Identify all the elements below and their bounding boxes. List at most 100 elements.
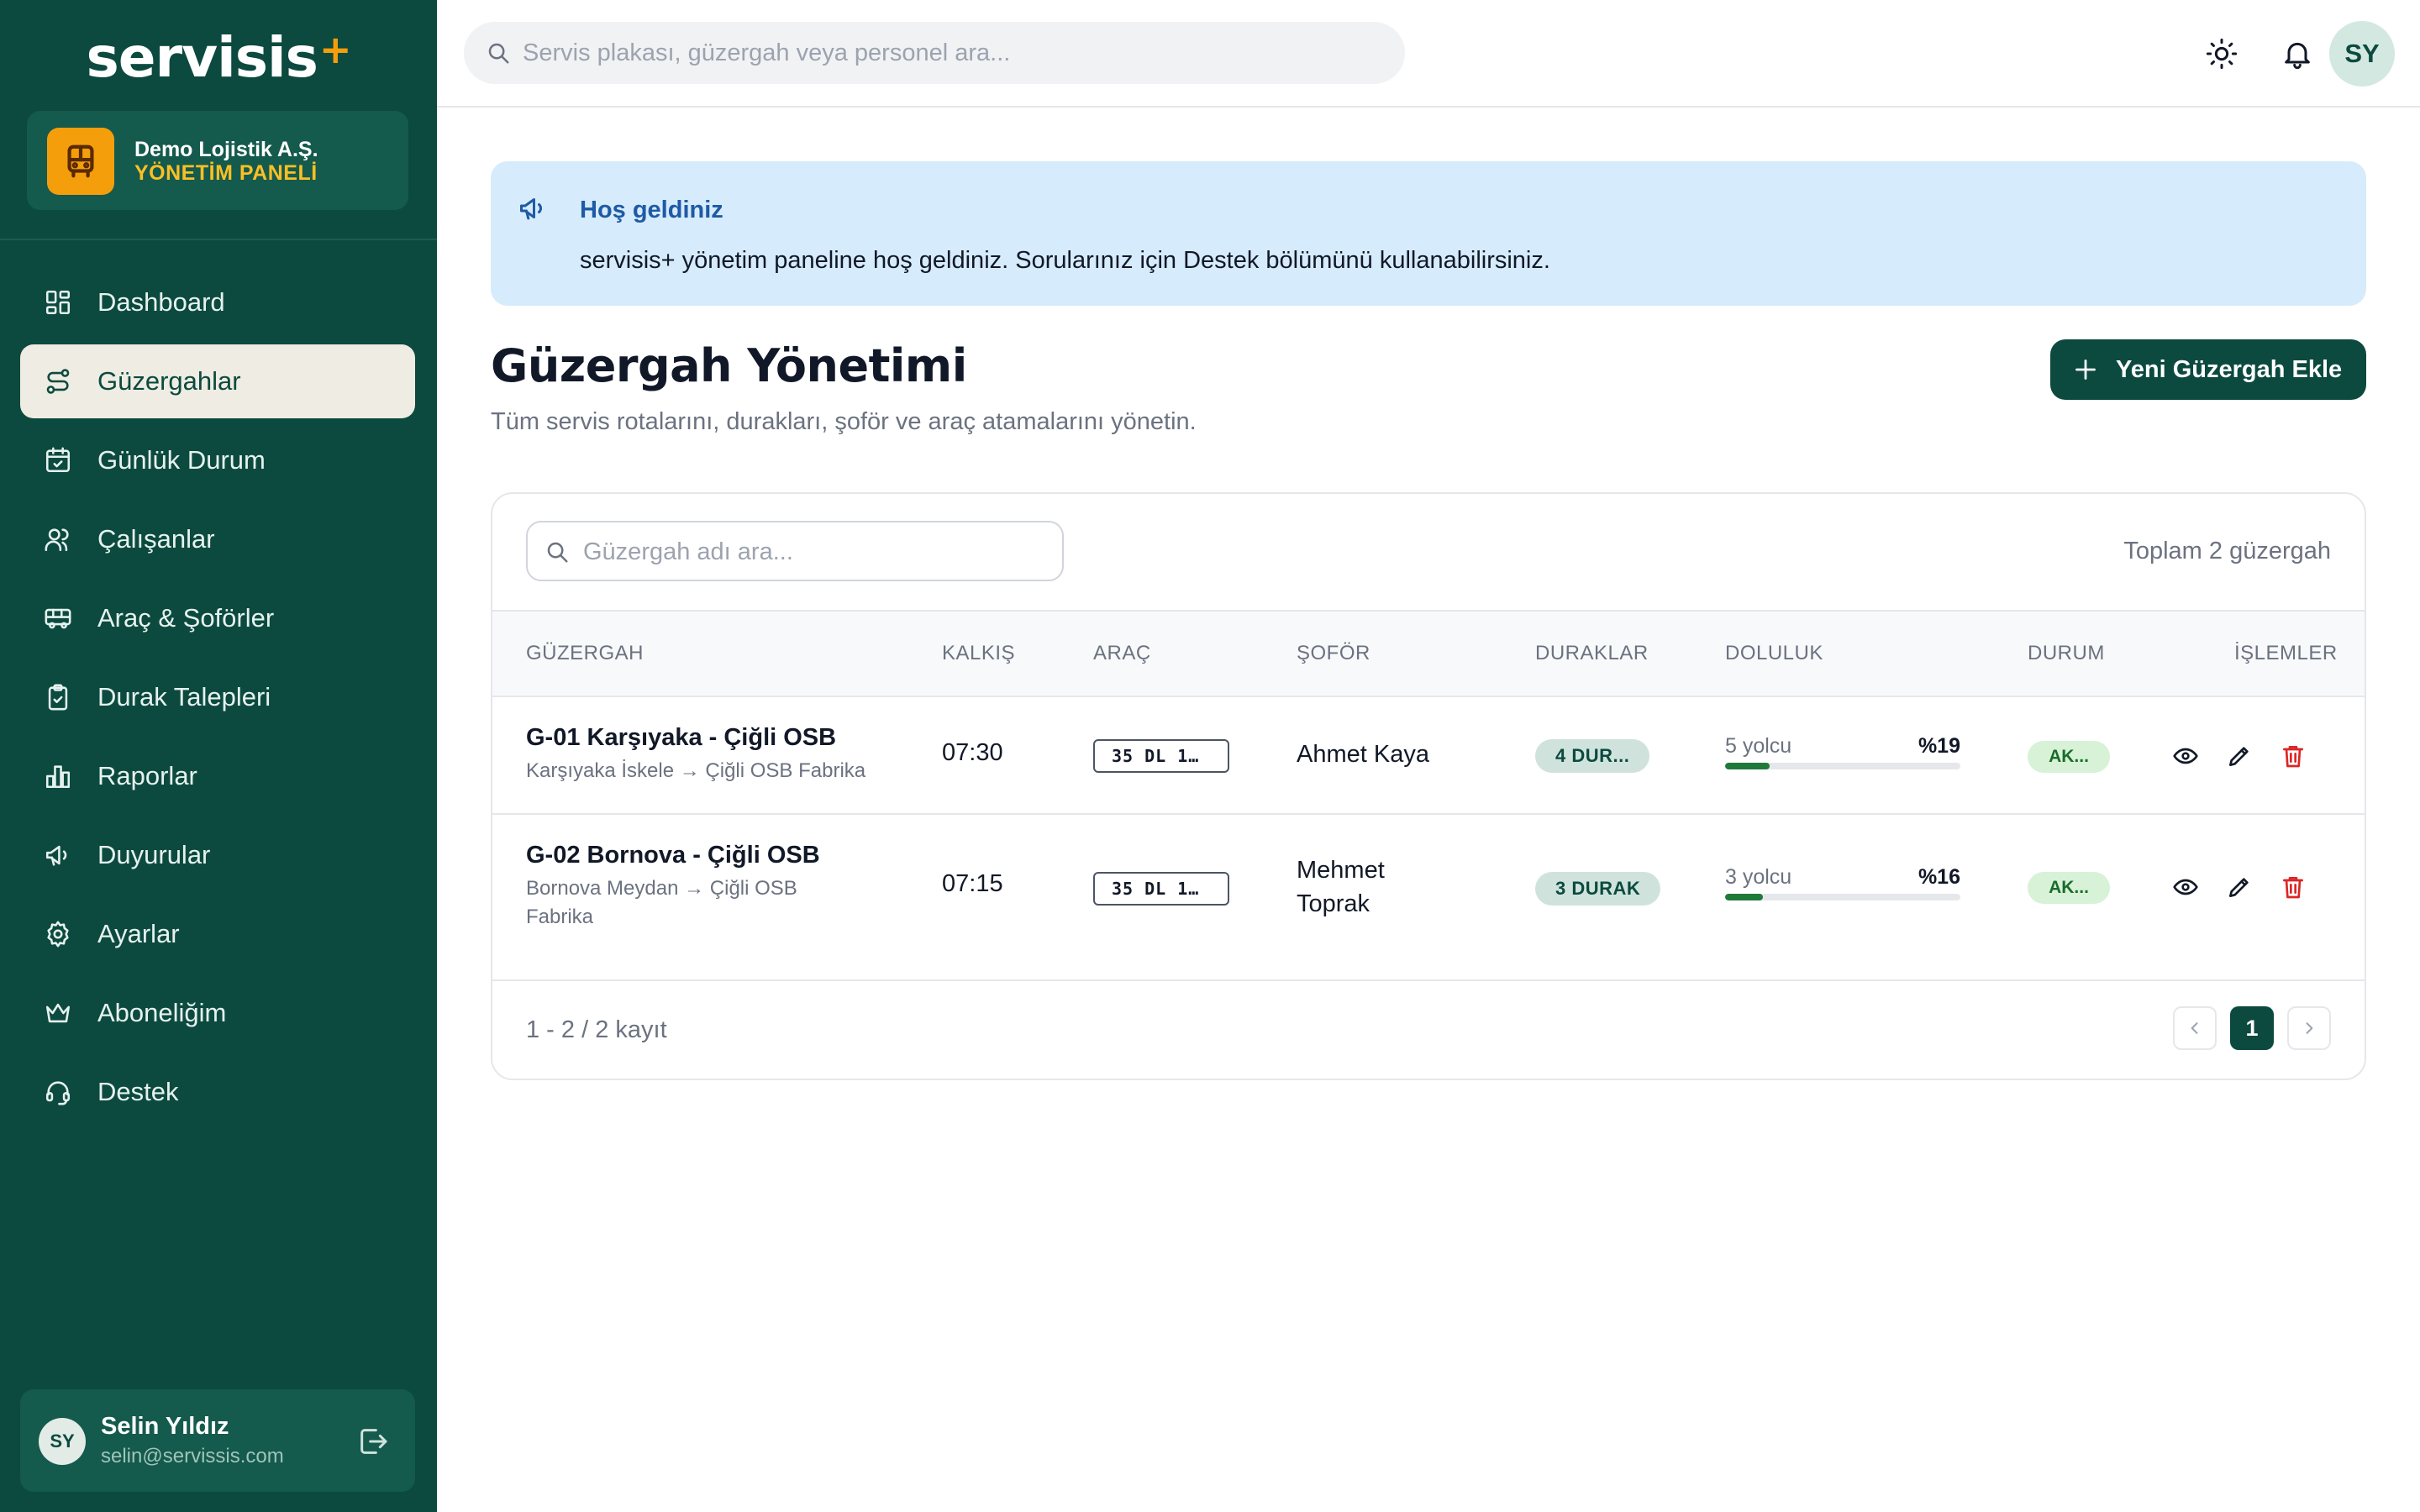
- banner-title: Hoş geldiniz: [580, 197, 723, 223]
- chevron-left-icon: [2191, 1022, 2198, 1034]
- table-row[interactable]: G-02 Bornova - Çiğli OSB Bornova Meydan …: [492, 815, 2365, 981]
- company-card[interactable]: Demo Lojistik A.Ş. YÖNETİM PANELİ: [27, 111, 408, 210]
- page-button-current[interactable]: 1: [2230, 1006, 2274, 1050]
- status-badge: AK...: [2028, 872, 2110, 904]
- occupancy-fill: [1725, 894, 1763, 900]
- banner-text: servisis+ yönetim paneline hoş geldiniz.…: [580, 247, 1550, 274]
- user-card: SY Selin Yıldız selin@servissis.com: [20, 1389, 415, 1492]
- avatar[interactable]: SY: [2329, 21, 2395, 87]
- bar-chart-icon: [45, 765, 71, 789]
- sidebar-item-announcements[interactable]: Duyurular: [20, 818, 415, 892]
- col-vehicle[interactable]: ARAÇ: [1093, 642, 1151, 665]
- route-cell: G-02 Bornova - Çiğli OSB Bornova Meydan …: [526, 842, 829, 932]
- occupancy-bar: [1725, 894, 1960, 900]
- sidebar-item-settings[interactable]: Ayarlar: [20, 897, 415, 971]
- route-search-input[interactable]: [583, 531, 1045, 573]
- sun-icon[interactable]: [2205, 37, 2238, 71]
- page-title: Güzergah Yönetimi: [491, 339, 967, 392]
- driver-name: Ahmet Kaya: [1297, 741, 1429, 768]
- license-plate: 35 DL 1…: [1093, 872, 1229, 906]
- route-search[interactable]: [526, 521, 1064, 581]
- col-driver[interactable]: ŞOFÖR: [1297, 642, 1370, 665]
- logo-mark: +: [318, 27, 352, 72]
- table-row[interactable]: G-01 Karşıyaka - Çiğli OSB Karşıyaka İsk…: [492, 697, 2365, 815]
- search-icon: [547, 542, 568, 563]
- eye-icon[interactable]: [2172, 743, 2199, 769]
- global-search[interactable]: [464, 22, 1405, 84]
- occupancy-fill: [1725, 763, 1770, 769]
- crown-icon: [45, 1003, 71, 1023]
- driver-name: Mehmet Toprak: [1297, 857, 1385, 917]
- clipboard-icon: [48, 684, 68, 711]
- occupancy-percent: %16: [1918, 865, 1960, 889]
- add-route-label: Yeni Güzergah Ekle: [2116, 356, 2343, 383]
- sidebar-item-label: Destek: [97, 1077, 179, 1106]
- route-path: Karşıyaka İskele → Çiğli OSB Fabrika: [526, 759, 866, 782]
- sidebar-item-dashboard[interactable]: Dashboard: [20, 265, 415, 339]
- bus-icon: [47, 128, 114, 195]
- stops-badge: 3 DURAK: [1535, 872, 1661, 906]
- megaphone-icon: [520, 198, 542, 220]
- welcome-banner: Hoş geldiniz servisis+ yönetim paneline …: [491, 161, 2366, 306]
- sidebar-item-vehicles-drivers[interactable]: Araç & Şoförler: [20, 581, 415, 655]
- sidebar-item-reports[interactable]: Raporlar: [20, 739, 415, 813]
- avatar: SY: [39, 1418, 86, 1465]
- users-icon: [45, 528, 69, 552]
- sidebar-item-employees[interactable]: Çalışanlar: [20, 502, 415, 576]
- logo[interactable]: servisis+: [0, 25, 437, 90]
- trash-icon[interactable]: [2280, 743, 2307, 769]
- route-name[interactable]: G-01 Karşıyaka - Çiğli OSB: [526, 724, 904, 752]
- col-occupancy[interactable]: DOLULUK: [1725, 642, 1823, 665]
- sidebar-item-label: Dashboard: [97, 287, 225, 317]
- col-status[interactable]: DURUM: [2028, 642, 2105, 665]
- sidebar-item-label: Güzergahlar: [97, 366, 241, 396]
- trash-icon[interactable]: [2280, 874, 2307, 900]
- pencil-icon[interactable]: [2226, 743, 2253, 769]
- user-name: Selin Yıldız: [101, 1413, 229, 1440]
- passenger-count: 3 yolcu: [1725, 865, 1792, 889]
- sidebar-item-routes[interactable]: Güzergahlar: [20, 344, 415, 418]
- eye-icon[interactable]: [2172, 874, 2199, 900]
- sidebar-item-support[interactable]: Destek: [20, 1055, 415, 1129]
- sidebar-item-daily-status[interactable]: Günlük Durum: [20, 423, 415, 497]
- bell-icon[interactable]: [2281, 37, 2314, 71]
- col-departure[interactable]: KALKIŞ: [942, 642, 1015, 665]
- headset-icon: [45, 1081, 71, 1105]
- total-count: Toplam 2 güzergah: [2123, 538, 2331, 564]
- pencil-icon[interactable]: [2226, 874, 2253, 900]
- record-range: 1 - 2 / 2 kayıt: [526, 1016, 667, 1043]
- col-route[interactable]: GÜZERGAH: [526, 642, 644, 665]
- sidebar-item-subscription[interactable]: Aboneliğim: [20, 976, 415, 1050]
- sidebar-item-label: Aboneliğim: [97, 998, 227, 1027]
- plus-icon: [2075, 360, 2096, 380]
- company-name: Demo Lojistik A.Ş.: [134, 138, 318, 161]
- bus-icon: [45, 608, 71, 629]
- add-route-button[interactable]: Yeni Güzergah Ekle: [2050, 339, 2366, 400]
- license-plate: 35 DL 1…: [1093, 739, 1229, 773]
- passenger-count: 5 yolcu: [1725, 734, 1792, 758]
- chevron-right-icon: [2306, 1022, 2313, 1034]
- table-footer: 1 - 2 / 2 kayıt 1: [492, 981, 2365, 1079]
- prev-page-button[interactable]: [2173, 1006, 2217, 1050]
- sidebar-item-stop-requests[interactable]: Durak Talepleri: [20, 660, 415, 734]
- departure-time: 07:15: [942, 870, 1003, 897]
- col-stops[interactable]: DURAKLAR: [1535, 642, 1649, 665]
- route-name[interactable]: G-02 Bornova - Çiğli OSB: [526, 842, 829, 869]
- company-role: YÖNETİM PANELİ: [134, 161, 318, 185]
- sidebar-item-label: Ayarlar: [97, 919, 180, 948]
- app-root: servisis+ Demo Lojistik A.Ş. YÖNETİM PAN…: [0, 0, 2420, 1512]
- sidebar-item-label: Durak Talepleri: [97, 682, 271, 711]
- occupancy-bar: [1725, 763, 1960, 769]
- user-email: selin@servissis.com: [101, 1445, 284, 1467]
- status-badge: AK...: [2028, 741, 2110, 773]
- logout-icon[interactable]: [356, 1425, 390, 1458]
- sidebar-item-label: Çalışanlar: [97, 524, 215, 554]
- global-search-input[interactable]: [523, 32, 1380, 74]
- departure-time: 07:30: [942, 739, 1003, 766]
- sidebar-item-label: Duyurular: [97, 840, 211, 869]
- megaphone-icon: [45, 845, 67, 866]
- sidebar-divider: [0, 239, 437, 240]
- next-page-button[interactable]: [2287, 1006, 2331, 1050]
- occupancy: 5 yolcu %19: [1725, 734, 1960, 776]
- routes-card: Toplam 2 güzergah GÜZERGAH KALKIŞ ARAÇ Ş…: [491, 492, 2366, 1080]
